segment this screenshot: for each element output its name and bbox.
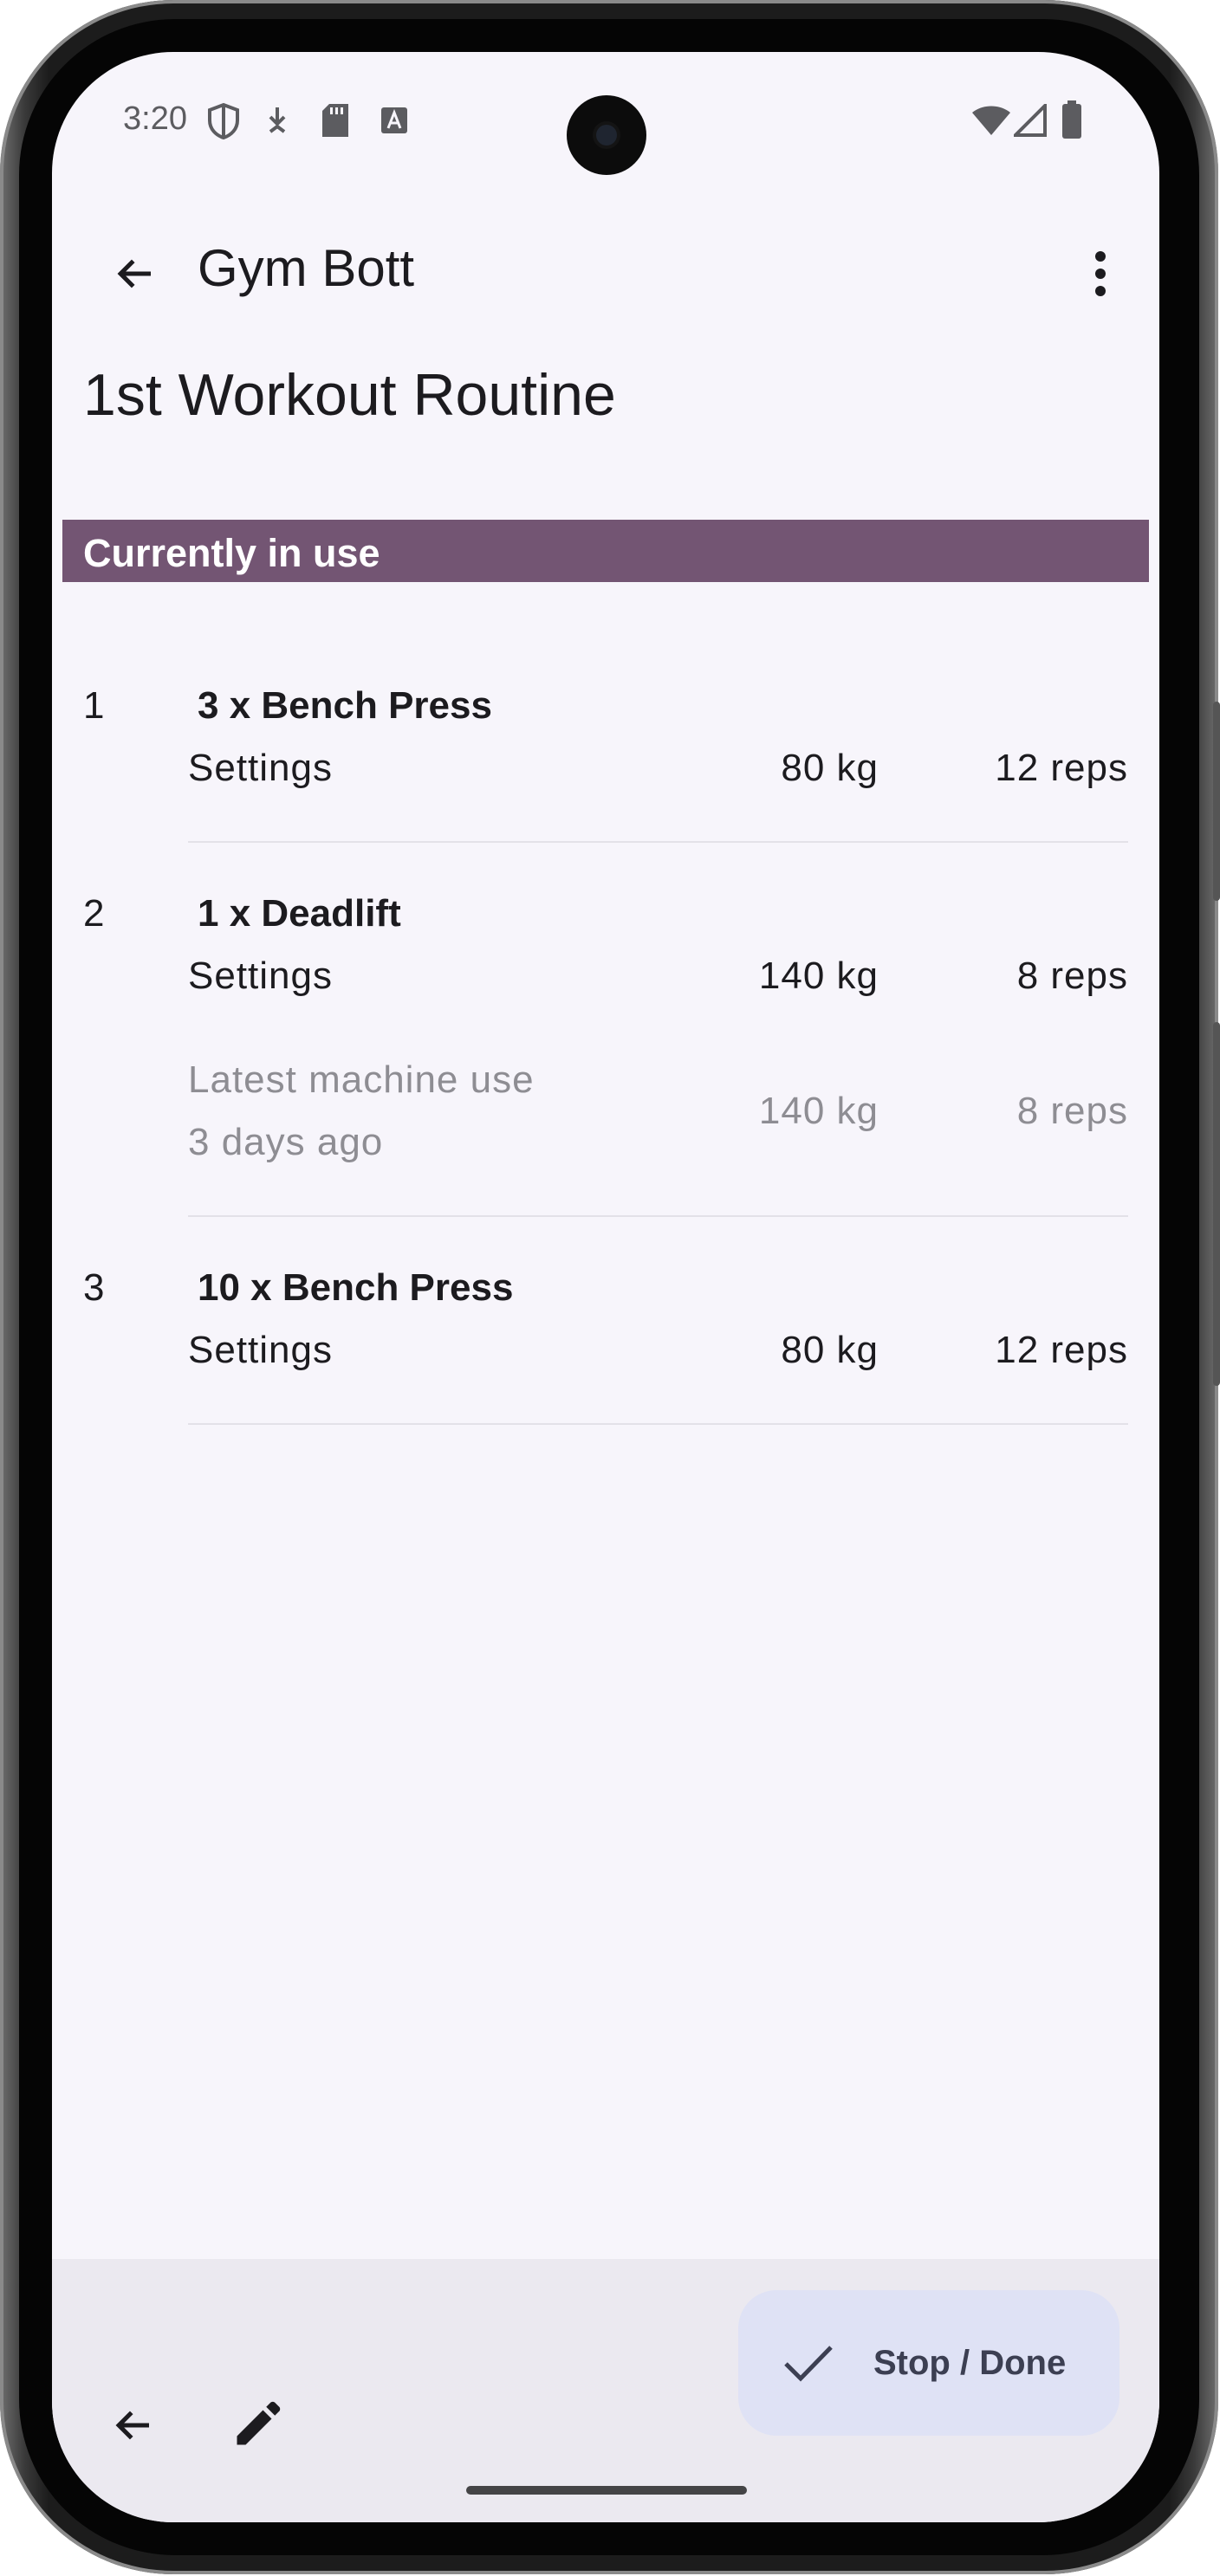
shield-icon <box>208 102 239 140</box>
stop-done-button[interactable]: Stop / Done <box>738 2290 1119 2436</box>
more-options-button[interactable] <box>1066 239 1135 308</box>
font-icon <box>381 107 407 133</box>
settings-weight: 140 kg <box>758 955 879 997</box>
back-button[interactable] <box>101 239 170 308</box>
latest-use-label: Latest machine use <box>188 1058 535 1101</box>
bottom-back-button[interactable] <box>90 2382 177 2469</box>
settings-weight: 80 kg <box>781 747 879 789</box>
settings-reps: 12 reps <box>995 1329 1128 1371</box>
home-indicator[interactable] <box>466 2486 747 2495</box>
currently-in-use-banner: Currently in use <box>62 520 1149 582</box>
arrow-back-icon <box>117 259 151 288</box>
volume-button <box>1213 1022 1220 1386</box>
latest-use-reps: 8 reps <box>1016 1090 1128 1132</box>
exercise-item[interactable]: 1 3 x Bench Press Settings 80 kg 12 reps <box>52 624 1159 840</box>
stop-done-label: Stop / Done <box>873 2344 1067 2382</box>
edit-button[interactable] <box>213 2382 300 2469</box>
download-icon <box>269 107 286 133</box>
settings-label: Settings <box>188 1329 333 1371</box>
settings-weight: 80 kg <box>781 1329 879 1371</box>
front-camera <box>567 95 646 175</box>
arrow-back-icon <box>115 2411 149 2440</box>
exercise-number: 3 <box>83 1266 105 1309</box>
settings-reps: 12 reps <box>995 747 1128 789</box>
exercise-name: 1 x Deadlift <box>198 892 401 935</box>
more-vert-icon <box>1095 251 1106 296</box>
screen: 3:20 Gym Bott 1st Workout Routine Curren… <box>52 52 1159 2522</box>
app-title: Gym Bott <box>198 239 415 297</box>
check-icon <box>784 2346 833 2382</box>
status-time: 3:20 <box>123 100 187 137</box>
exercise-number: 1 <box>83 684 105 727</box>
routine-title: 1st Workout Routine <box>83 362 616 428</box>
exercise-item[interactable]: 3 10 x Bench Press Settings 80 kg 12 rep… <box>52 1206 1159 1422</box>
power-button <box>1213 702 1220 901</box>
exercise-name: 10 x Bench Press <box>198 1266 514 1309</box>
sd-card-icon <box>322 104 348 137</box>
divider <box>188 1423 1128 1425</box>
latest-use-when: 3 days ago <box>188 1121 384 1163</box>
settings-label: Settings <box>188 747 333 789</box>
settings-label: Settings <box>188 955 333 997</box>
exercise-item[interactable]: 2 1 x Deadlift Settings 140 kg 8 reps La… <box>52 832 1159 1214</box>
settings-reps: 8 reps <box>1016 955 1128 997</box>
latest-use-weight: 140 kg <box>758 1090 879 1132</box>
exercise-name: 3 x Bench Press <box>198 684 492 727</box>
pencil-icon <box>237 2401 281 2445</box>
exercise-number: 2 <box>83 892 105 935</box>
wifi-icon <box>972 106 1010 135</box>
cell-signal-icon <box>1014 104 1047 137</box>
banner-label: Currently in use <box>83 531 380 575</box>
battery-icon <box>1062 100 1081 139</box>
